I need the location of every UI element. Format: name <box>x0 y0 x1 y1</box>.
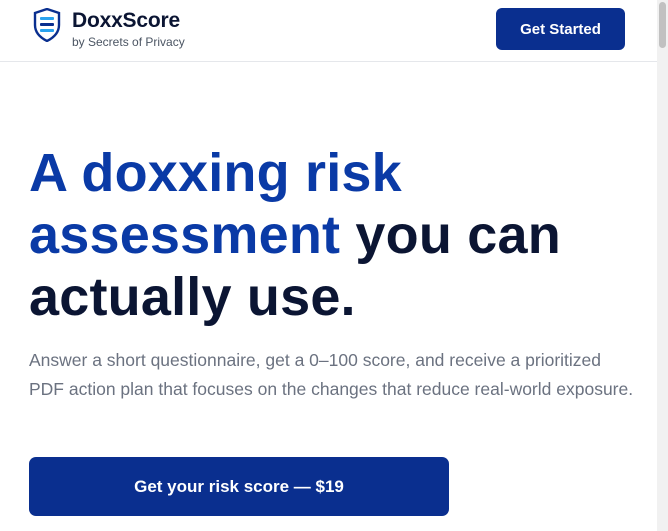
hero-title-accent-line2: assessment <box>29 205 341 265</box>
cut-off-text-fragment <box>29 527 449 531</box>
get-risk-score-button[interactable]: Get your risk score — $19 <box>29 457 449 516</box>
hero-description: Answer a short questionnaire, get a 0–10… <box>29 350 634 399</box>
hero-title-plain-line3: actually use. <box>29 267 356 327</box>
hero-title-plain-line2: you can <box>340 205 561 265</box>
shield-logo-icon[interactable] <box>33 8 61 42</box>
site-header: DoxxScore by Secrets of Privacy Get Star… <box>0 0 657 62</box>
get-started-button[interactable]: Get Started <box>496 8 625 50</box>
hero-title: A doxxing risk assessment you can actual… <box>29 142 649 328</box>
scrollbar-thumb[interactable] <box>659 2 666 48</box>
brand-name[interactable]: DoxxScore <box>72 9 180 33</box>
hero-title-accent-line1: A doxxing risk <box>29 143 402 203</box>
brand-tagline: by Secrets of Privacy <box>72 35 185 49</box>
page-scrollbar[interactable] <box>657 0 668 531</box>
